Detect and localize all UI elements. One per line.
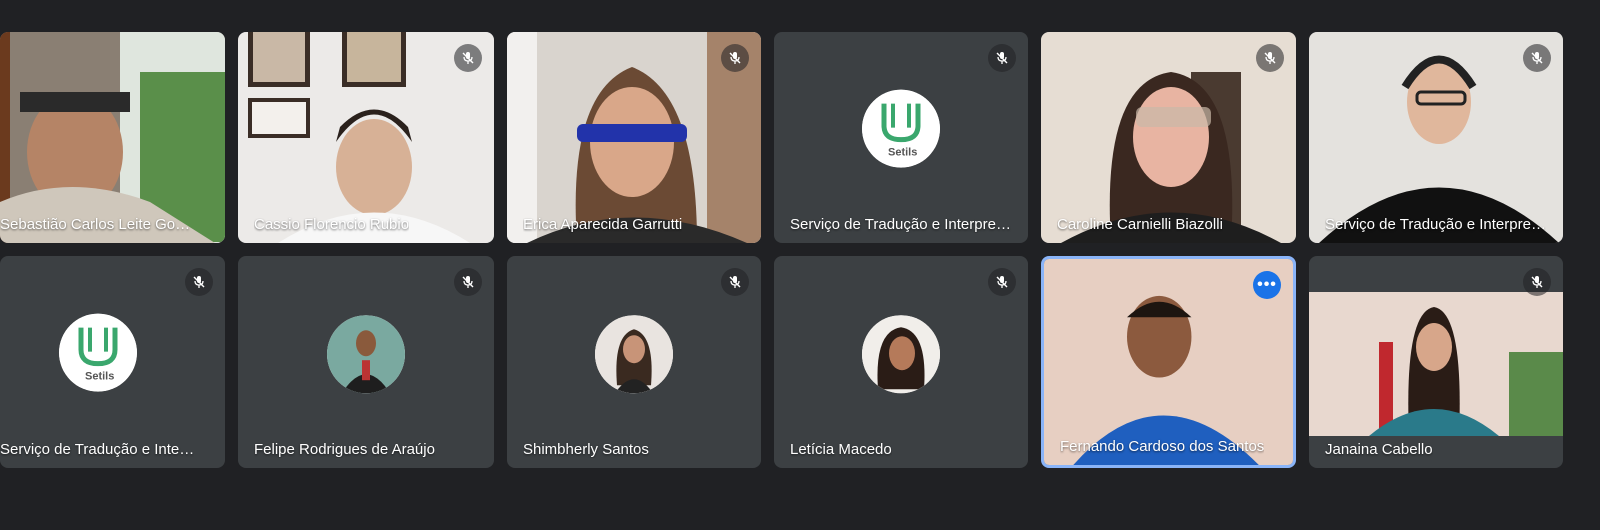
participant-name: Cassio Florencio Rubio (254, 216, 410, 233)
participant-name: Fernando Cardoso dos Santos (1060, 438, 1265, 455)
more-options-icon[interactable]: ••• (1253, 271, 1281, 299)
mic-off-icon (721, 268, 749, 296)
participant-name: Serviço de Tradução e Interpretação (790, 216, 1014, 233)
avatar (862, 315, 940, 394)
participant-tile-12[interactable]: Janaina Cabello (1309, 256, 1563, 468)
participant-name: Shimbherly Santos (523, 441, 649, 458)
setils-logo-avatar: Setils (862, 89, 940, 168)
participant-name: Caroline Carnielli Biazolli (1057, 216, 1223, 233)
mic-off-icon (185, 268, 213, 296)
video-feed (0, 32, 225, 243)
participant-name: Erica Aparecida Garrutti (523, 216, 683, 233)
participant-tile-4[interactable]: Setils Serviço de Tradução e Interpretaç… (774, 32, 1028, 243)
participant-tile-7[interactable]: Setils Serviço de Tradução e Interpretaç… (0, 256, 225, 468)
participant-tile-3[interactable]: Erica Aparecida Garrutti (507, 32, 761, 243)
mic-off-icon (1256, 44, 1284, 72)
participant-name: Letícia Macedo (790, 441, 892, 458)
participant-name: Sebastião Carlos Leite Gonçalves (0, 216, 195, 233)
mic-off-icon (988, 44, 1016, 72)
participant-tile-6[interactable]: Serviço de Tradução e Interpretação (1309, 32, 1563, 243)
participant-tile-8[interactable]: Felipe Rodrigues de Araújo (238, 256, 494, 468)
mic-off-icon (1523, 44, 1551, 72)
video-feed (1309, 292, 1563, 436)
participant-tile-5[interactable]: Caroline Carnielli Biazolli (1041, 32, 1296, 243)
participant-name: Serviço de Tradução e Interpretação (1325, 216, 1549, 233)
avatar (327, 315, 405, 394)
participant-tile-10[interactable]: Letícia Macedo (774, 256, 1028, 468)
participant-tile-1[interactable]: Sebastião Carlos Leite Gonçalves (0, 32, 225, 243)
mic-off-icon (454, 268, 482, 296)
participant-tile-9[interactable]: Shimbherly Santos (507, 256, 761, 468)
participant-tile-2[interactable]: Cassio Florencio Rubio (238, 32, 494, 243)
participant-tile-11[interactable]: ••• Fernando Cardoso dos Santos (1041, 256, 1296, 468)
logo-text: Setils (85, 371, 114, 383)
participant-name: Janaina Cabello (1325, 441, 1433, 458)
setils-logo-avatar: Setils (59, 313, 137, 392)
logo-text: Setils (888, 146, 917, 158)
avatar (595, 315, 673, 394)
mic-off-icon (454, 44, 482, 72)
mic-off-icon (988, 268, 1016, 296)
participant-name: Serviço de Tradução e Interpretação (0, 441, 195, 458)
mic-off-icon (1523, 268, 1551, 296)
participant-name: Felipe Rodrigues de Araújo (254, 441, 435, 458)
mic-off-icon (721, 44, 749, 72)
